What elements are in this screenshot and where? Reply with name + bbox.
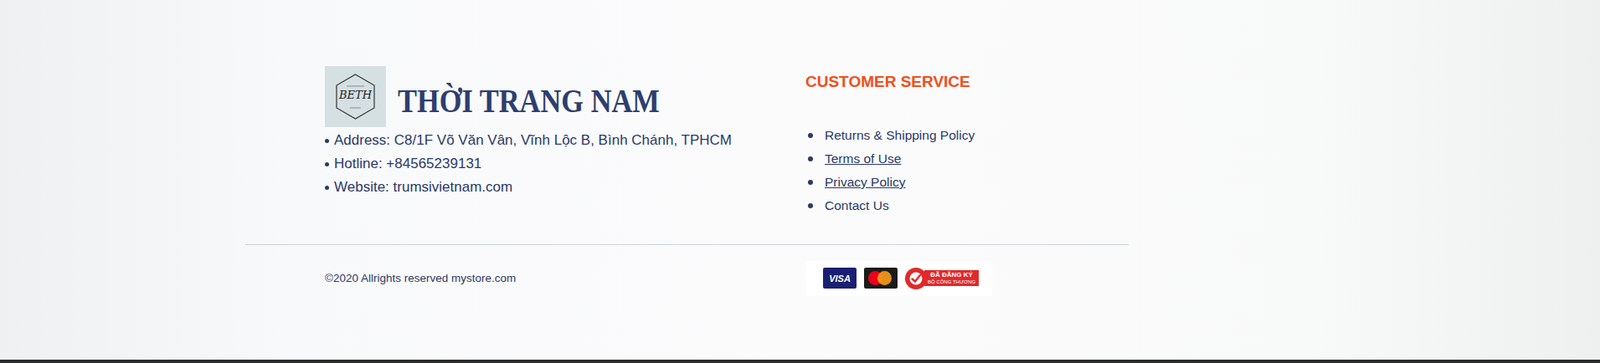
mastercard-icon (864, 267, 898, 289)
customer-service-link[interactable]: Privacy Policy (824, 174, 906, 191)
bullet-icon (324, 185, 330, 191)
bullet-icon (807, 180, 813, 186)
logo[interactable]: BETH (324, 66, 386, 128)
bullet-icon (324, 162, 330, 167)
contact-text: Website: trumsivietnam.com (334, 179, 513, 196)
footer-bottom: ©2020 Allrights reserved mystore.comVISA… (0, 245, 1600, 319)
footer: BETH THỜI TRANG NAM Address: C8/1F Võ Văn … (0, 0, 1600, 361)
customer-service-link[interactable]: Terms of Use (824, 151, 901, 167)
divider (245, 244, 1129, 246)
customer-service-link[interactable]: Contact Us (824, 198, 890, 214)
registered-subtext: BỘ CÔNG THƯƠNG (927, 279, 976, 285)
bullet-icon (807, 156, 813, 162)
visa-icon: VISA (823, 267, 857, 289)
registered-badge[interactable]: ĐÃ ĐĂNG KÝBỘ CÔNG THƯƠNG (905, 267, 979, 290)
copyright: ©2020 Allrights reserved mystore.com (324, 272, 807, 285)
contact-item: Address: C8/1F Võ Văn Vân, Vĩnh Lộc B, B… (324, 128, 806, 153)
customer-service-item: Returns & Shipping Policy (805, 123, 975, 148)
customer-service-link[interactable]: Returns & Shipping Policy (824, 128, 975, 144)
footer-top: BETH THỜI TRANG NAM Address: C8/1F Võ Văn … (0, 0, 1600, 245)
bottom-strip (0, 360, 1600, 363)
contact-list: Address: C8/1F Võ Văn Vân, Vĩnh Lộc B, B… (324, 128, 806, 200)
customer-service-title: CUSTOMER SERVICE (805, 72, 975, 93)
logo-text: BETH (324, 88, 386, 102)
customer-service-list: Returns & Shipping Policy Terms of Use Pri… (805, 123, 975, 218)
company-info: BETH THỜI TRANG NAM Address: C8/1F Võ Văn … (324, 0, 806, 245)
bullet-icon (324, 138, 330, 144)
contact-item: Website: trumsivietnam.com (324, 175, 806, 200)
customer-service: CUSTOMER SERVICE Returns & Shipping Polic… (805, 0, 975, 245)
registered-text: ĐÃ ĐĂNG KÝ (930, 272, 973, 279)
customer-service-item: Terms of Use (805, 147, 975, 171)
customer-service-item: Contact Us (805, 194, 975, 218)
mastercard-orange-circle (877, 271, 892, 286)
bullet-icon (807, 133, 813, 139)
registered-label: ĐÃ ĐĂNG KÝBỘ CÔNG THƯƠNG (924, 270, 979, 287)
contact-item: Hotline: +84565239131 (324, 152, 806, 176)
payment-badges: VISA ĐÃ ĐĂNG KÝBỘ CÔNG THƯƠNG (806, 261, 993, 297)
brand-name[interactable]: THỜI TRANG NAM (397, 72, 660, 121)
brand[interactable]: BETH THỜI TRANG NAM (324, 66, 806, 128)
contact-text: Hotline: +84565239131 (334, 155, 482, 173)
bullet-icon (807, 203, 813, 209)
contact-text: Address: C8/1F Võ Văn Vân, Vĩnh Lộc B, B… (334, 132, 732, 150)
customer-service-item: Privacy Policy (805, 170, 975, 195)
